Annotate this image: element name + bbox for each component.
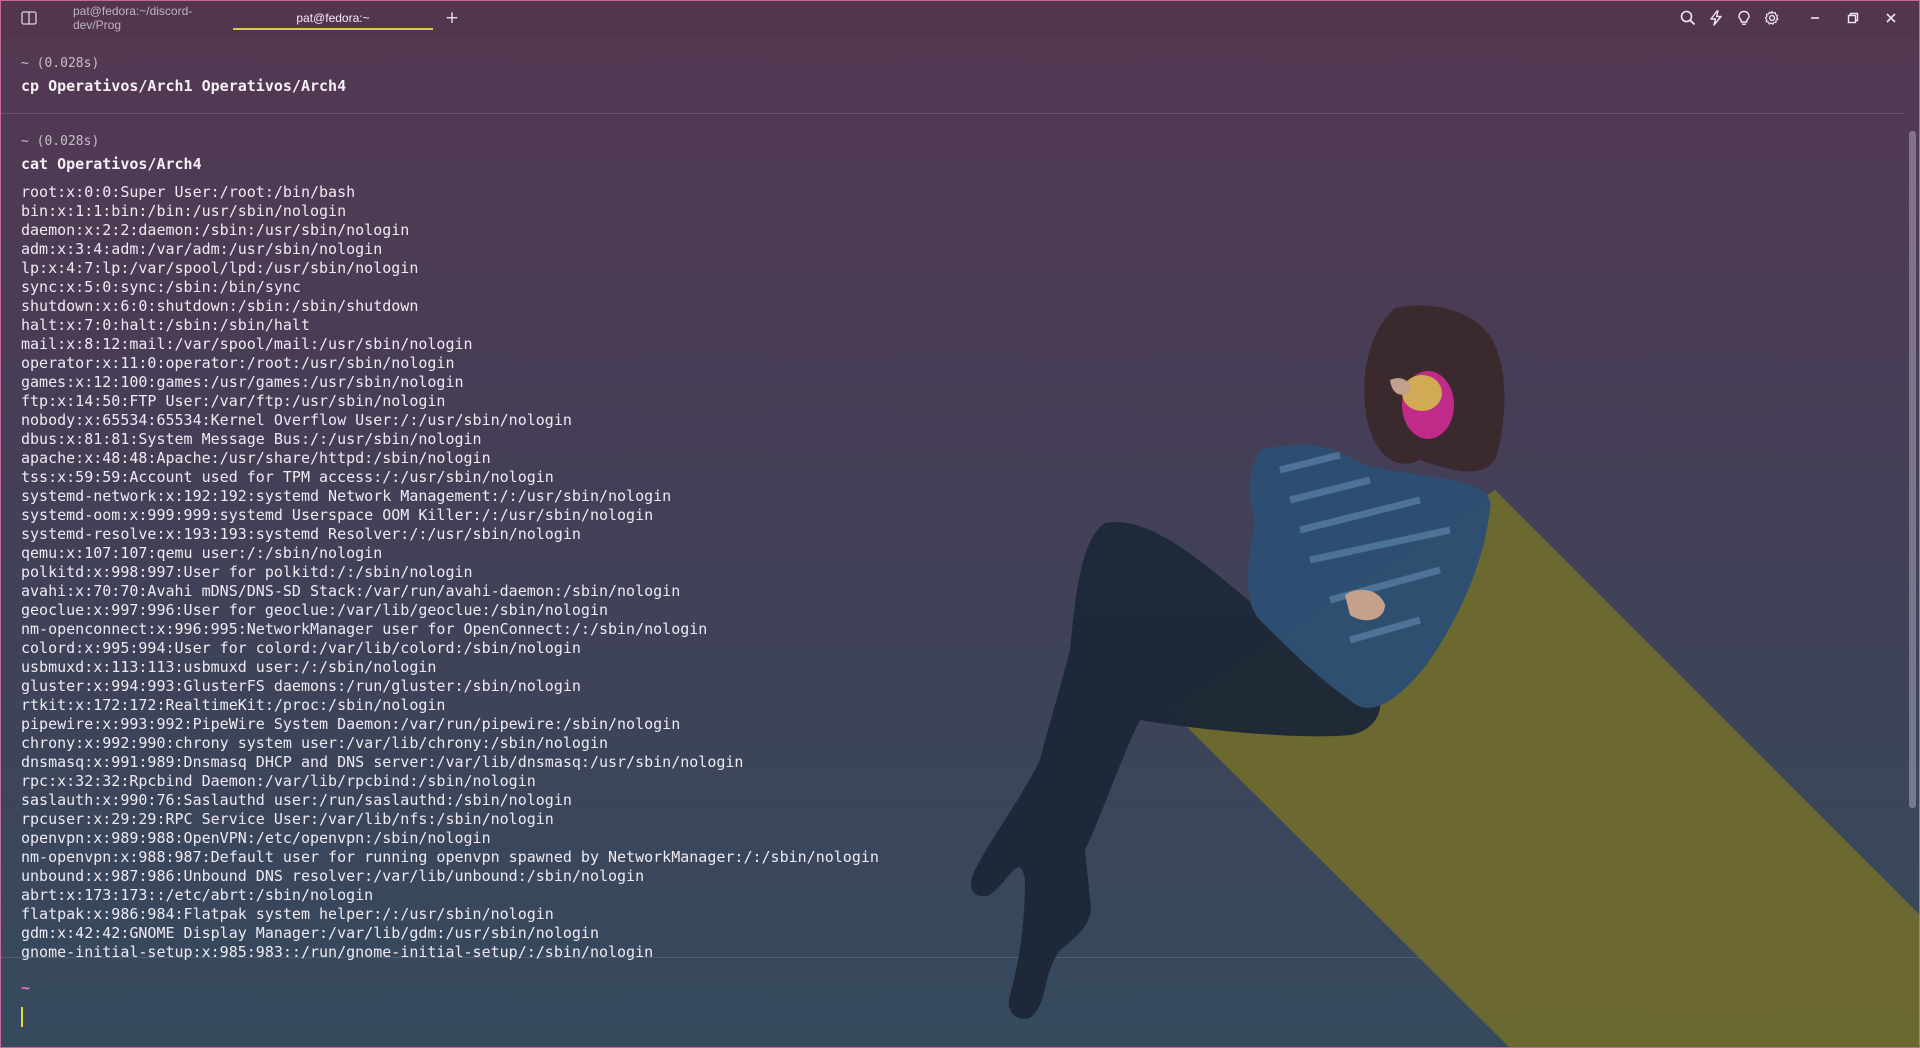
- output-line: rpcuser:x:29:29:RPC Service User:/var/li…: [21, 810, 554, 828]
- tab-home[interactable]: pat@fedora:~: [233, 0, 433, 36]
- block-meta: ~ (0.028s): [21, 56, 100, 71]
- output-line: games:x:12:100:games:/usr/games:/usr/sbi…: [21, 373, 464, 391]
- output-line: halt:x:7:0:halt:/sbin:/sbin/halt: [21, 316, 310, 334]
- minimize-icon: [1809, 9, 1821, 28]
- output-line: saslauth:x:990:76:Saslauthd user:/run/sa…: [21, 791, 572, 809]
- tab-bar: pat@fedora:~/discord-dev/Prog pat@fedora…: [0, 0, 1920, 36]
- output-line: nm-openconnect:x:996:995:NetworkManager …: [21, 620, 708, 638]
- output-line: root:x:0:0:Super User:/root:/bin/bash: [21, 183, 356, 201]
- output-line: mail:x:8:12:mail:/var/spool/mail:/usr/sb…: [21, 335, 473, 353]
- output-line: rpc:x:32:32:Rpcbind Daemon:/var/lib/rpcb…: [21, 772, 536, 790]
- lightning-icon[interactable]: [1702, 4, 1730, 32]
- output-line: daemon:x:2:2:daemon:/sbin:/usr/sbin/nolo…: [21, 221, 410, 239]
- output-line: nobody:x:65534:65534:Kernel Overflow Use…: [21, 411, 572, 429]
- output-line: flatpak:x:986:984:Flatpak system helper:…: [21, 905, 554, 923]
- toolbar-right: [1674, 0, 1920, 36]
- output-line: systemd-network:x:192:192:systemd Networ…: [21, 487, 672, 505]
- output-line: colord:x:995:994:User for colord:/var/li…: [21, 639, 581, 657]
- tab-label: pat@fedora:~/discord-dev/Prog: [73, 4, 193, 32]
- output-line: gdm:x:42:42:GNOME Display Manager:/var/l…: [21, 924, 599, 942]
- scrollbar[interactable]: [1909, 131, 1916, 808]
- tabs-panel-icon[interactable]: [15, 4, 43, 32]
- command-block[interactable]: ~ (0.028s) cp Operativos/Arch1 Operativo…: [21, 56, 346, 96]
- output-line: systemd-resolve:x:193:193:systemd Resolv…: [21, 525, 581, 543]
- output-line: gluster:x:994:993:GlusterFS daemons:/run…: [21, 677, 581, 695]
- terminal-content: ~ (0.028s) cp Operativos/Arch1 Operativo…: [0, 36, 1920, 1048]
- new-tab-button[interactable]: +: [437, 3, 467, 33]
- output-line: gnome-initial-setup:x:985:983::/run/gnom…: [21, 943, 654, 961]
- output-line: geoclue:x:997:996:User for geoclue:/var/…: [21, 601, 608, 619]
- output-line: apache:x:48:48:Apache:/usr/share/httpd:/…: [21, 449, 491, 467]
- tab-discord-dev[interactable]: pat@fedora:~/discord-dev/Prog: [43, 0, 233, 36]
- output-line: dbus:x:81:81:System Message Bus:/:/usr/s…: [21, 430, 482, 448]
- block-separator: [0, 113, 1905, 114]
- block-command: cat Operativos/Arch4: [21, 155, 202, 173]
- settings-icon[interactable]: [1758, 4, 1786, 32]
- output-line: unbound:x:987:986:Unbound DNS resolver:/…: [21, 867, 645, 885]
- output-line: nm-openvpn:x:988:987:Default user for ru…: [21, 848, 879, 866]
- plus-icon: +: [444, 8, 460, 28]
- output-line: usbmuxd:x:113:113:usbmuxd user:/:/sbin/n…: [21, 658, 437, 676]
- close-button[interactable]: [1872, 4, 1910, 32]
- output-line: openvpn:x:989:988:OpenVPN:/etc/openvpn:/…: [21, 829, 491, 847]
- output-line: sync:x:5:0:sync:/sbin:/bin/sync: [21, 278, 301, 296]
- output-line: systemd-oom:x:999:999:systemd Userspace …: [21, 506, 654, 524]
- command-output: root:x:0:0:Super User:/root:/bin/bash bin…: [21, 183, 1021, 992]
- output-line: rtkit:x:172:172:RealtimeKit:/proc:/sbin/…: [21, 696, 446, 714]
- output-line: shutdown:x:6:0:shutdown:/sbin:/sbin/shut…: [21, 297, 419, 315]
- search-icon[interactable]: [1674, 4, 1702, 32]
- output-line: abrt:x:173:173::/etc/abrt:/sbin/nologin: [21, 886, 374, 904]
- lightbulb-icon[interactable]: [1730, 4, 1758, 32]
- output-line: dnsmasq:x:991:989:Dnsmasq DHCP and DNS s…: [21, 753, 744, 771]
- block-command: cp Operativos/Arch1 Operativos/Arch4: [21, 77, 347, 95]
- tab-label: pat@fedora:~: [296, 11, 370, 25]
- output-line: lp:x:4:7:lp:/var/spool/lpd:/usr/sbin/nol…: [21, 259, 419, 277]
- output-line: operator:x:11:0:operator:/root:/usr/sbin…: [21, 354, 455, 372]
- output-line: qemu:x:107:107:qemu user:/:/sbin/nologin: [21, 544, 383, 562]
- output-line: avahi:x:70:70:Avahi mDNS/DNS-SD Stack:/v…: [21, 582, 681, 600]
- minimize-button[interactable]: [1796, 4, 1834, 32]
- output-line: chrony:x:992:990:chrony system user:/var…: [21, 734, 608, 752]
- output-line: pipewire:x:993:992:PipeWire System Daemo…: [21, 715, 681, 733]
- command-block[interactable]: ~ (0.028s) cat Operativos/Arch4: [21, 134, 202, 174]
- output-line: adm:x:3:4:adm:/var/adm:/usr/sbin/nologin: [21, 240, 383, 258]
- restore-button[interactable]: [1834, 4, 1872, 32]
- close-icon: [1885, 9, 1897, 28]
- restore-icon: [1847, 9, 1859, 28]
- output-line: ftp:x:14:50:FTP User:/var/ftp:/usr/sbin/…: [21, 392, 446, 410]
- output-line: polkitd:x:998:997:User for polkitd:/:/sb…: [21, 563, 473, 581]
- block-meta: ~ (0.028s): [21, 134, 100, 149]
- output-line: tss:x:59:59:Account used for TPM access:…: [21, 468, 554, 486]
- output-line: bin:x:1:1:bin:/bin:/usr/sbin/nologin: [21, 202, 347, 220]
